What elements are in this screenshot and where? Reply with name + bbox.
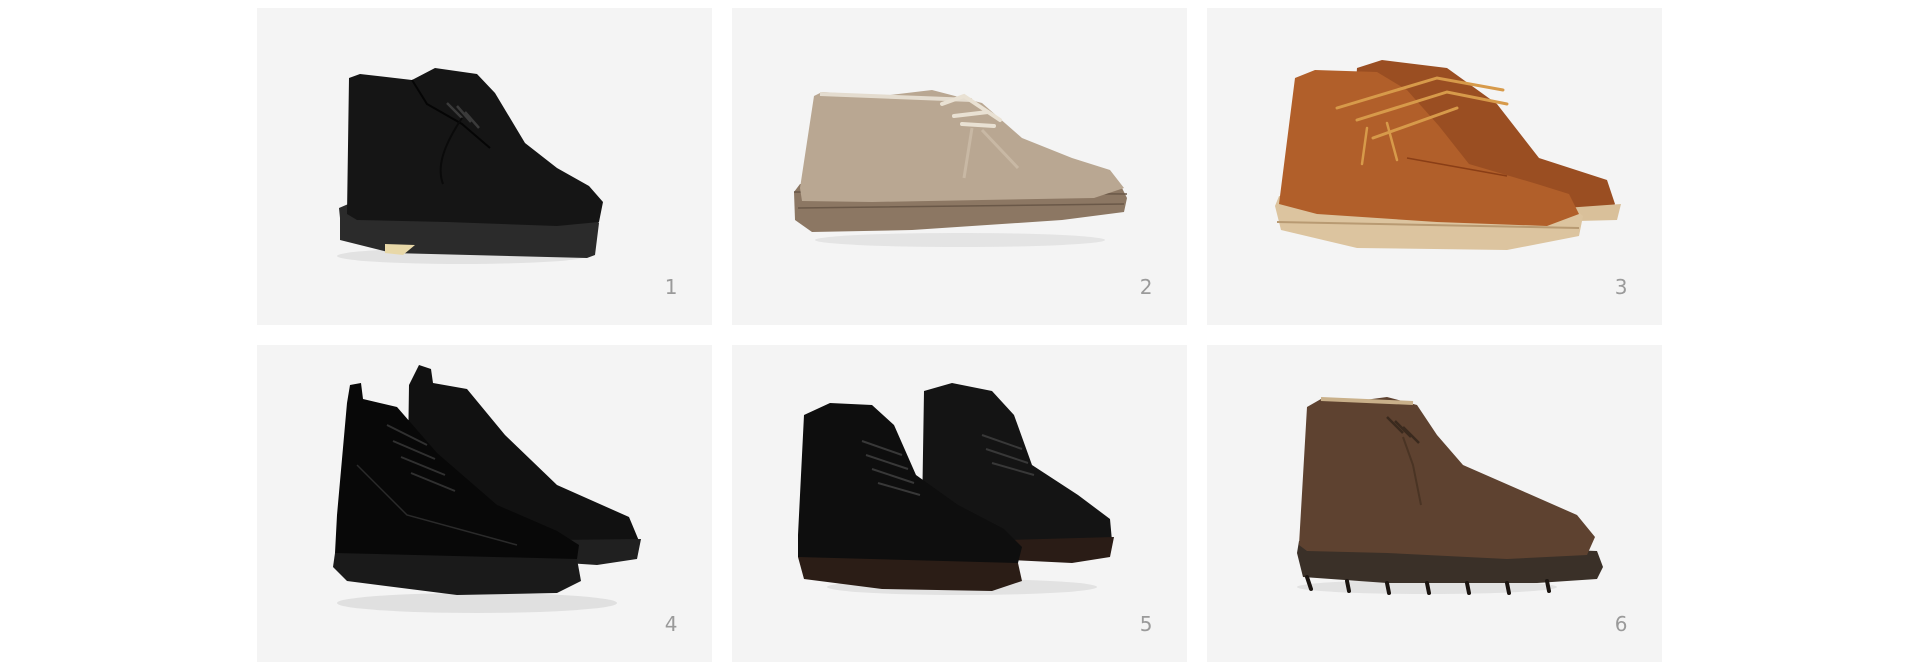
product-tile-2[interactable]: 2	[732, 8, 1187, 325]
product-image-3	[1275, 60, 1621, 250]
product-tile-6[interactable]: 6	[1207, 345, 1662, 662]
product-image-1	[337, 68, 603, 264]
product-tile-5[interactable]: 5	[732, 345, 1187, 662]
product-number: 1	[664, 275, 678, 299]
product-number: 4	[664, 612, 678, 636]
product-image-4	[333, 365, 641, 613]
product-tile-4[interactable]: 4	[257, 345, 712, 662]
product-tile-3[interactable]: 3	[1207, 8, 1662, 325]
product-image-2	[793, 90, 1128, 247]
product-number: 6	[1614, 612, 1628, 636]
product-grid: 1 2 3 4 5 6	[257, 8, 1663, 662]
product-number: 3	[1614, 275, 1628, 299]
product-number: 2	[1139, 275, 1153, 299]
product-image-5	[798, 383, 1114, 595]
product-tile-1[interactable]: 1	[257, 8, 712, 325]
product-image-6	[1297, 397, 1603, 595]
product-number: 5	[1139, 612, 1153, 636]
